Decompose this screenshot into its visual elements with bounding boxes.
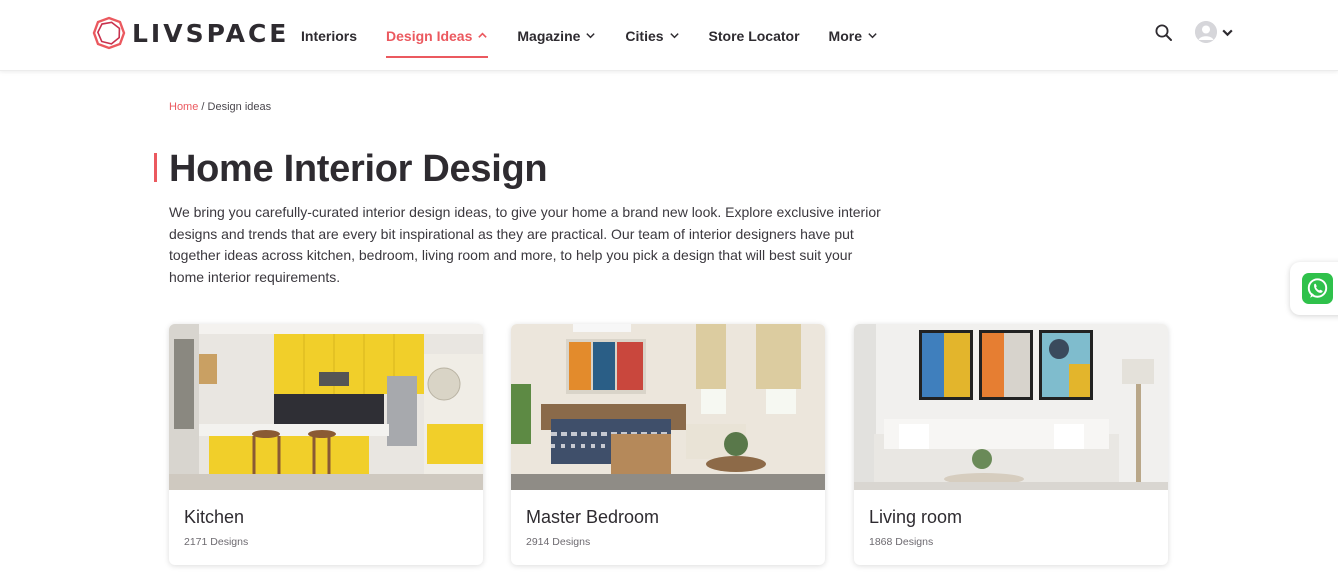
card-title: Living room (869, 507, 963, 527)
whatsapp-button[interactable] (1290, 262, 1338, 315)
bedroom-photo (511, 324, 825, 490)
intro-text: We bring you carefully-curated interior … (169, 204, 881, 285)
nav-interiors[interactable]: Interiors (301, 0, 357, 71)
chevron-up-icon (478, 32, 488, 38)
avatar (1195, 21, 1217, 43)
breadcrumb: Home / Design ideas (169, 101, 271, 113)
nav-cities-label: Cities (625, 27, 664, 44)
nav-design-ideas[interactable]: Design Ideas (386, 0, 489, 71)
livspace-logo[interactable]: LIVSPACE (92, 16, 289, 50)
nav-magazine[interactable]: Magazine (517, 0, 596, 71)
nav-more-label: More (828, 27, 862, 44)
breadcrumb-separator: / (198, 101, 208, 113)
title-accent-bar (154, 153, 157, 182)
card-title: Master Bedroom (526, 507, 660, 527)
card-design-count: 1868 Designs (869, 536, 934, 548)
nav-store-locator-label: Store Locator (708, 27, 800, 44)
nav-interiors-label: Interiors (301, 27, 358, 44)
page-title: Home Interior Design (169, 148, 548, 190)
nav-more[interactable]: More (829, 0, 878, 71)
logo-mark-icon (92, 16, 126, 50)
category-card-kitchen[interactable]: Kitchen 2171 Designs (169, 324, 483, 565)
nav-store-locator[interactable]: Store Locator (709, 0, 800, 71)
chevron-down-icon (669, 33, 679, 39)
card-design-count: 2914 Designs (526, 536, 591, 548)
site-header: LIVSPACE Interiors Design Ideas Magazine… (0, 0, 1338, 71)
nav-magazine-label: Magazine (517, 27, 581, 44)
kitchen-image (169, 324, 483, 490)
breadcrumb-home[interactable]: Home (169, 101, 198, 113)
kitchen-photo (169, 324, 483, 490)
main-nav: Interiors Design Ideas Magazine Cities S… (301, 0, 907, 71)
logo-text: LIVSPACE (132, 18, 290, 48)
nav-cities[interactable]: Cities (625, 0, 679, 71)
user-menu[interactable] (1195, 21, 1234, 43)
master-bedroom-image (511, 324, 825, 490)
category-card-living-room[interactable]: Living room 1868 Designs (854, 324, 1168, 565)
whatsapp-icon (1302, 273, 1333, 304)
chevron-down-icon (868, 33, 877, 39)
chevron-down-icon (1222, 29, 1233, 36)
card-title: Kitchen (184, 507, 245, 527)
card-design-count: 2171 Designs (184, 536, 249, 548)
nav-design-ideas-label: Design Ideas (386, 27, 473, 44)
living-room-photo (854, 324, 1168, 490)
breadcrumb-current: Design ideas (207, 101, 272, 113)
search-icon[interactable] (1154, 23, 1174, 43)
user-avatar-icon (1195, 21, 1217, 43)
living-room-image (854, 324, 1168, 490)
category-card-master-bedroom[interactable]: Master Bedroom 2914 Designs (511, 324, 825, 565)
chevron-down-icon (586, 33, 596, 39)
